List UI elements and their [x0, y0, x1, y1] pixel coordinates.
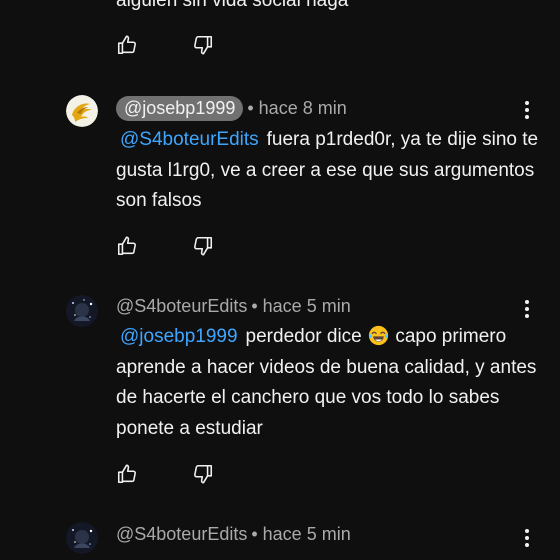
meta-separator: • [251, 524, 258, 544]
previous-comment-actions [116, 34, 268, 56]
dislike-button[interactable] [192, 463, 214, 485]
thumbs-up-icon [117, 236, 136, 256]
thumbs-up-icon [117, 464, 136, 484]
avatar[interactable] [66, 295, 98, 327]
author-handle[interactable]: @S4boteurEdits [116, 296, 247, 317]
comment-meta: @S4boteurEdits • hace 5 min [116, 296, 351, 317]
previous-comment-text: alguien sin vida social haga [116, 0, 349, 11]
more-vertical-icon [525, 101, 529, 105]
comment-actions [116, 235, 268, 257]
author-handle[interactable]: @S4boteurEdits [116, 524, 247, 545]
like-button[interactable] [116, 34, 138, 56]
mention-link[interactable]: @S4boteurEdits [120, 129, 259, 150]
thumbs-up-icon [117, 35, 136, 55]
comment-time[interactable]: hace 5 min [263, 296, 351, 317]
meta-separator: • [251, 296, 258, 316]
comment-meta: @josebp1999 • hace 8 min [116, 96, 347, 121]
like-button[interactable] [116, 235, 138, 257]
thumbs-down-icon [194, 464, 213, 484]
comment-text: @S4boteurEdits fuera p1rded0r, ya te dije… [116, 125, 541, 217]
avatar[interactable] [66, 95, 98, 127]
face-with-tears-of-joy-icon [368, 325, 389, 346]
dark-starry-avatar [66, 295, 98, 327]
comments-thread: alguien sin vida social haga @josebp1999… [0, 0, 560, 560]
author-handle[interactable]: @josebp1999 [116, 96, 244, 121]
dislike-button[interactable] [192, 34, 214, 56]
comment-actions [116, 463, 268, 485]
thumbs-down-icon [194, 35, 213, 55]
more-actions-button[interactable] [519, 99, 535, 121]
more-actions-button[interactable] [519, 298, 535, 320]
dislike-button[interactable] [192, 235, 214, 257]
more-vertical-icon [525, 529, 529, 533]
dark-starry-avatar [66, 522, 98, 554]
avatar[interactable] [66, 522, 98, 554]
more-actions-button[interactable] [519, 527, 535, 549]
yellow-swirl-avatar [66, 95, 98, 127]
thumbs-down-icon [194, 236, 213, 256]
mention-link[interactable]: @josebp1999 [120, 326, 238, 347]
comment-body-start: perdedor dice [245, 326, 362, 347]
like-button[interactable] [116, 463, 138, 485]
more-vertical-icon [525, 300, 529, 304]
meta-separator: • [247, 98, 254, 118]
comment-time[interactable]: hace 8 min [259, 98, 347, 119]
comment-text: @josebp1999 perdedor dice capo primero ap… [116, 322, 541, 444]
comment-time[interactable]: hace 5 min [263, 524, 351, 545]
comment-meta: @S4boteurEdits • hace 5 min [116, 524, 351, 545]
